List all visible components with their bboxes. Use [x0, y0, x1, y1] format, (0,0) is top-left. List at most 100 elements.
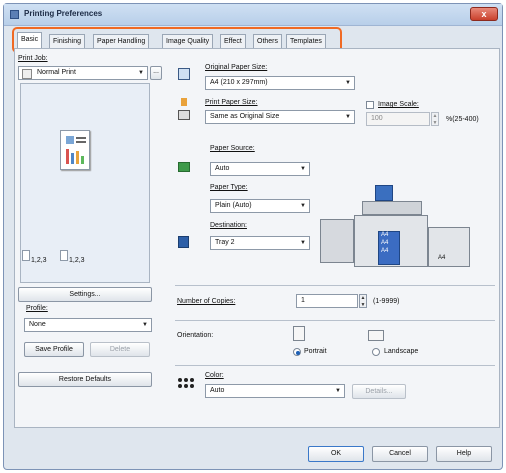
print-paper-size-value: Same as Original Size — [210, 113, 280, 120]
chevron-down-icon: ▼ — [300, 166, 306, 172]
orientation-label: Orientation: — [177, 332, 214, 339]
image-scale-spinner[interactable]: ▲ ▼ — [431, 112, 439, 126]
portrait-icon — [293, 326, 305, 341]
text-line — [76, 137, 86, 139]
collate-icon — [60, 250, 68, 261]
details-button[interactable]: Details... — [352, 384, 406, 399]
landscape-radio[interactable] — [372, 348, 380, 356]
chevron-down-icon: ▼ — [138, 70, 144, 76]
chevron-down-icon: ▼ — [335, 388, 341, 394]
print-job-value: Normal Print — [37, 69, 76, 76]
number-of-copies-input[interactable]: 1 — [296, 294, 358, 308]
color-select[interactable]: Auto ▼ — [205, 384, 345, 398]
print-job-options-button[interactable]: ... — [150, 66, 162, 80]
divider — [175, 365, 495, 366]
paper-source-value: Auto — [215, 165, 230, 172]
image-scale-value: 100 — [371, 115, 383, 122]
profile-select[interactable]: None ▼ — [24, 318, 152, 332]
tray-label: A4 — [381, 232, 389, 238]
preview-area — [20, 83, 150, 283]
window-title: Printing Preferences — [24, 9, 103, 18]
profile-value: None — [29, 321, 46, 328]
chevron-down-icon: ▼ — [142, 322, 148, 328]
divider — [175, 285, 495, 286]
dot — [184, 384, 188, 388]
document-icon — [22, 69, 32, 79]
destination-value: Tray 2 — [215, 239, 235, 246]
number-of-copies-label: Number of Copies: — [177, 298, 236, 305]
color-label: Color: — [205, 372, 224, 379]
control-panel-icon — [375, 185, 393, 201]
page-preview — [60, 130, 90, 170]
number-of-copies-value: 1 — [301, 297, 305, 304]
paper-type-label: Paper Type: — [210, 184, 248, 191]
dot — [190, 378, 194, 382]
help-button[interactable]: Help — [436, 446, 492, 462]
collate-icon — [22, 250, 30, 261]
image-scale-label: Image Scale: — [378, 101, 419, 108]
landscape-icon — [368, 330, 384, 341]
chart-bar-icon — [71, 153, 74, 164]
chart-bar-icon — [66, 149, 69, 164]
paper-source-select[interactable]: Auto ▼ — [210, 162, 310, 176]
profile-label: Profile: — [26, 305, 48, 312]
save-profile-button[interactable]: Save Profile — [24, 342, 84, 357]
dot — [190, 384, 194, 388]
restore-defaults-button[interactable]: Restore Defaults — [18, 372, 152, 387]
image-scale-range: %(25-400) — [446, 116, 479, 123]
scanner-top — [362, 201, 422, 215]
tray-label: A4 — [438, 255, 446, 261]
landscape-label: Landscape — [384, 348, 419, 355]
print-paper-size-select[interactable]: Same as Original Size ▼ — [205, 110, 355, 124]
dot — [184, 378, 188, 382]
chevron-down-icon: ▼ — [300, 240, 306, 246]
image-scale-input[interactable]: 100 — [366, 112, 430, 126]
paper-type-select[interactable]: Plain (Auto) ▼ — [210, 199, 310, 213]
color-dots-icon — [178, 378, 194, 390]
output-tray-icon — [178, 236, 189, 248]
text-line — [76, 141, 86, 143]
tray-label: A4 — [381, 240, 389, 246]
ok-button[interactable]: OK — [308, 446, 364, 462]
image-thumbnail-icon — [66, 136, 74, 144]
settings-button[interactable]: Settings... — [18, 287, 152, 302]
original-paper-size-value: A4 (210 x 297mm) — [210, 79, 268, 86]
print-paper-size-label: Print Paper Size: — [205, 99, 258, 106]
chevron-down-icon: ▼ — [345, 114, 351, 120]
destination-label: Destination: — [210, 222, 247, 229]
tray-label: A4 — [381, 248, 389, 254]
printer-illustration: A4 A4 A4 A4 — [320, 185, 488, 275]
portrait-label: Portrait — [304, 348, 327, 355]
divider — [175, 320, 495, 321]
close-button[interactable]: x — [470, 7, 498, 21]
delete-profile-button[interactable]: Delete — [90, 342, 150, 357]
dot — [178, 384, 182, 388]
printer-icon — [10, 10, 19, 19]
copies-spinner[interactable]: ▲ ▼ — [359, 294, 367, 308]
paper-source-label: Paper Source: — [210, 145, 255, 152]
collate-label: 1,2,3 — [69, 257, 85, 264]
paper-type-value: Plain (Auto) — [215, 202, 252, 209]
printer-icon — [178, 110, 190, 120]
original-paper-size-label: Original Paper Size: — [205, 64, 268, 71]
chart-bar-icon — [76, 151, 79, 164]
chart-bar-icon — [81, 156, 84, 164]
original-paper-size-select[interactable]: A4 (210 x 297mm) ▼ — [205, 76, 355, 90]
color-value: Auto — [210, 387, 225, 394]
chevron-down-icon: ▼ — [300, 203, 306, 209]
chevron-down-icon: ▼ — [345, 80, 351, 86]
print-job-label: Print Job: — [18, 55, 48, 62]
collate-label: 1,2,3 — [31, 257, 47, 264]
copies-range: (1-9999) — [373, 298, 400, 305]
destination-select[interactable]: Tray 2 ▼ — [210, 236, 310, 250]
large-capacity-feeder — [428, 227, 470, 267]
print-job-select[interactable]: Normal Print ▼ — [18, 66, 148, 80]
dot — [178, 378, 182, 382]
paper-size-icon — [178, 68, 190, 80]
paper-tray-icon — [178, 162, 190, 172]
arrow-down-icon — [181, 98, 187, 106]
portrait-radio[interactable] — [293, 348, 301, 356]
image-scale-checkbox[interactable] — [366, 101, 374, 109]
cancel-button[interactable]: Cancel — [372, 446, 428, 462]
finisher-unit — [320, 219, 354, 263]
